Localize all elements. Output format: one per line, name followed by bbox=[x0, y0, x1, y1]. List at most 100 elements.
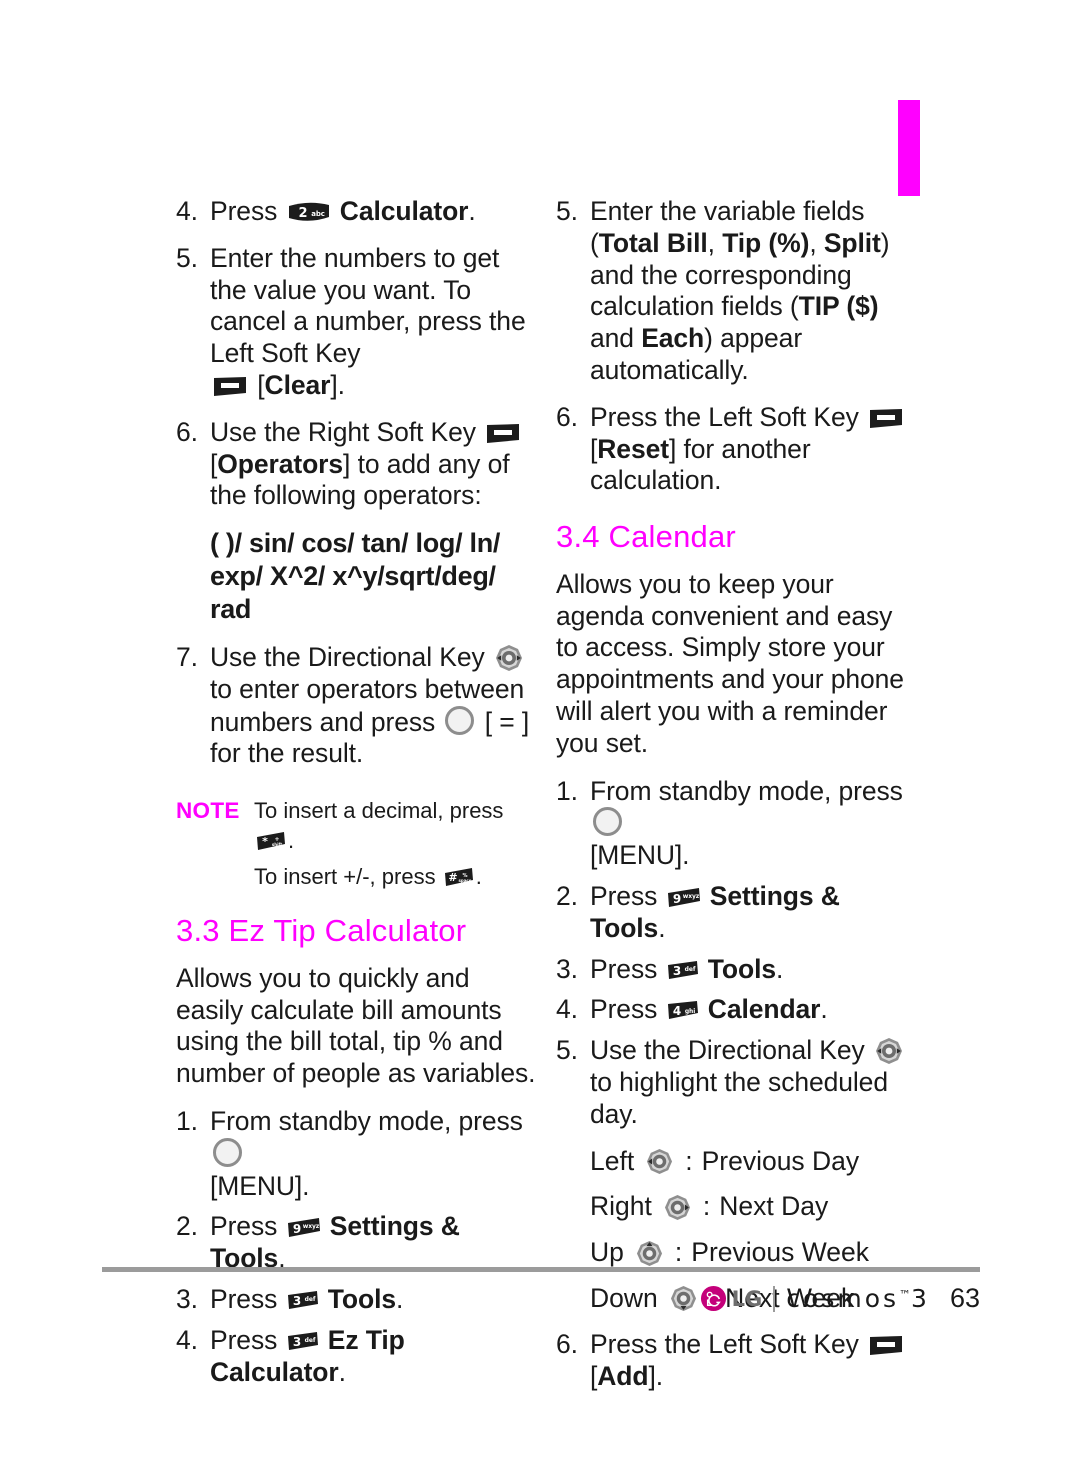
step-number: 5. bbox=[556, 1035, 578, 1066]
footer-separator bbox=[773, 1285, 776, 1312]
step-text-mid: to enter operators between numbers and p… bbox=[210, 673, 525, 737]
step-text-b: , bbox=[707, 227, 723, 258]
soft-key-action: [Clear]. bbox=[257, 369, 345, 400]
list-item: 5. Use the Directional Key to highlight … bbox=[556, 1035, 916, 1130]
list-item: 4. Press 2 abc Calculator. bbox=[176, 196, 536, 228]
manual-page: 4. Press 2 abc Calculator. 5. Enter the … bbox=[0, 0, 1080, 1462]
right-soft-key-icon bbox=[486, 423, 520, 444]
direction-name: Right bbox=[590, 1191, 652, 1222]
svg-text:*: * bbox=[262, 835, 268, 848]
trademark-symbol: ™ bbox=[899, 1288, 912, 1302]
cosmos-name: cosmos bbox=[786, 1284, 900, 1313]
step-tail: . bbox=[658, 912, 666, 943]
direction-action: Next Day bbox=[719, 1191, 829, 1222]
soft-key-bracket-close: ] bbox=[648, 1360, 656, 1391]
step-tail: . bbox=[820, 994, 828, 1025]
direction-name: Left bbox=[590, 1145, 635, 1176]
cosmos-generation: 3 bbox=[911, 1284, 930, 1313]
operators-line-1: ( )/ sin/ cos/ tan/ log/ ln/ bbox=[210, 528, 501, 559]
step-number: 7. bbox=[176, 641, 198, 672]
key-3-def-icon: 3 def bbox=[287, 1331, 319, 1353]
step-number: 4. bbox=[176, 1324, 198, 1355]
step-text-post: . bbox=[655, 1360, 664, 1391]
list-item: 6. Press the Left Soft Key [Add]. bbox=[556, 1329, 916, 1393]
step-text: Use the Directional Key bbox=[590, 1035, 865, 1066]
svg-text:wxyz: wxyz bbox=[682, 893, 699, 900]
list-item: 1. From standby mode, press [MENU]. bbox=[556, 776, 916, 872]
step-target-label: Tools bbox=[707, 953, 776, 984]
dpad-right-icon bbox=[664, 1194, 691, 1221]
key-9-wxyz-icon: 9 wxyz bbox=[667, 887, 701, 909]
step-number: 1. bbox=[176, 1106, 198, 1137]
page-number: 63 bbox=[949, 1283, 980, 1313]
direction-separator: : bbox=[674, 1237, 683, 1268]
list-item: 4. Press 3 def Ez Tip Calculator. bbox=[176, 1325, 536, 1389]
ok-key-icon bbox=[213, 1137, 242, 1167]
step-text: Press the Left Soft Key bbox=[590, 1328, 859, 1359]
svg-text:ghi: ghi bbox=[684, 1008, 694, 1015]
list-item: 6. Use the Right Soft Key [Operators] to… bbox=[176, 417, 536, 512]
step-text: Press bbox=[210, 196, 278, 226]
soft-key-action-label: Reset bbox=[597, 433, 669, 464]
direction-action: Previous Day bbox=[701, 1145, 860, 1176]
left-soft-key-icon bbox=[869, 1335, 903, 1356]
list-item: 2. Press 9 wxyz Settings & Tools. bbox=[176, 1211, 536, 1275]
step-text: Enter the variable fields (Total Bill, T… bbox=[590, 196, 890, 385]
left-soft-key-icon bbox=[213, 376, 247, 397]
svg-text:#: # bbox=[448, 871, 457, 884]
chapter-tab-marker bbox=[898, 100, 920, 196]
svg-text:9: 9 bbox=[292, 1222, 300, 1236]
step-text: Press bbox=[590, 880, 658, 911]
note-line-1-post: . bbox=[288, 827, 295, 853]
step-target-label: Calculator bbox=[339, 196, 469, 226]
step-number: 6. bbox=[176, 416, 198, 447]
cosmos-wordmark: cosmos™3 bbox=[786, 1284, 930, 1313]
left-column: 4. Press 2 abc Calculator. 5. Enter the … bbox=[176, 196, 536, 1397]
operators-line-2: exp/ X^2/ x^y/sqrt/deg/ rad bbox=[210, 561, 496, 625]
directional-key-icon bbox=[495, 644, 523, 672]
step-text: Use the Directional Key bbox=[210, 641, 485, 672]
direction-row-up: Up : Previous Week bbox=[556, 1237, 916, 1269]
step-text: Press bbox=[590, 994, 658, 1025]
directional-key-icon bbox=[875, 1037, 903, 1065]
step-text: Press bbox=[210, 1324, 278, 1355]
key-pound-icon: # % space bbox=[444, 867, 474, 888]
step-text-post: [MENU]. bbox=[210, 1170, 310, 1201]
note-row-2: To insert +/-, press # % space . bbox=[176, 862, 536, 892]
list-item: 1. From standby mode, press [MENU]. bbox=[176, 1106, 536, 1202]
svg-text:9: 9 bbox=[672, 892, 680, 906]
note-line-1-pre: To insert a decimal, press bbox=[254, 798, 504, 824]
dpad-left-icon bbox=[646, 1148, 673, 1175]
section-intro-3-4: Allows you to keep your agenda convenien… bbox=[556, 568, 904, 758]
list-item: 5. Enter the variable fields (Total Bill… bbox=[556, 196, 916, 387]
step-text-post: [MENU]. bbox=[590, 840, 690, 871]
step-number: 1. bbox=[556, 775, 578, 806]
step-tail: . bbox=[468, 196, 476, 226]
step-tail: . bbox=[338, 1356, 346, 1387]
svg-text:4: 4 bbox=[672, 1004, 680, 1018]
step-text-post: to highlight the scheduled day. bbox=[590, 1066, 888, 1129]
key-3-def-icon: 3 def bbox=[667, 960, 699, 982]
step-number: 5. bbox=[176, 242, 198, 273]
step-number: 3. bbox=[556, 953, 578, 984]
step-text-e: and bbox=[590, 323, 642, 354]
direction-separator: : bbox=[685, 1145, 693, 1176]
svg-text:wxyz: wxyz bbox=[302, 1223, 319, 1230]
soft-key-bracket-close: ] bbox=[343, 448, 351, 479]
direction-row-left: Left : Previous Day bbox=[556, 1146, 916, 1178]
step-text: From standby mode, press bbox=[210, 1106, 523, 1137]
svg-text:def: def bbox=[684, 966, 695, 973]
key-star-icon: * + shift bbox=[256, 831, 286, 852]
left-soft-key-icon bbox=[869, 408, 903, 429]
step-number: 6. bbox=[556, 1328, 578, 1359]
soft-key-action-label: Add bbox=[597, 1360, 649, 1391]
svg-text:space: space bbox=[458, 878, 471, 883]
right-column: 5. Enter the variable fields (Total Bill… bbox=[556, 196, 916, 1407]
page-footer: LG cosmos™3 63 bbox=[0, 1283, 980, 1314]
soft-key-bracket-close: ] bbox=[668, 433, 677, 464]
ok-key-icon bbox=[445, 705, 475, 735]
operators-list: ( )/ sin/ cos/ tan/ log/ ln/ exp/ X^2/ x… bbox=[176, 527, 536, 626]
field-total-bill: Total Bill bbox=[598, 227, 708, 258]
lg-wordmark: LG bbox=[731, 1286, 763, 1311]
step-text: Press bbox=[590, 953, 658, 984]
